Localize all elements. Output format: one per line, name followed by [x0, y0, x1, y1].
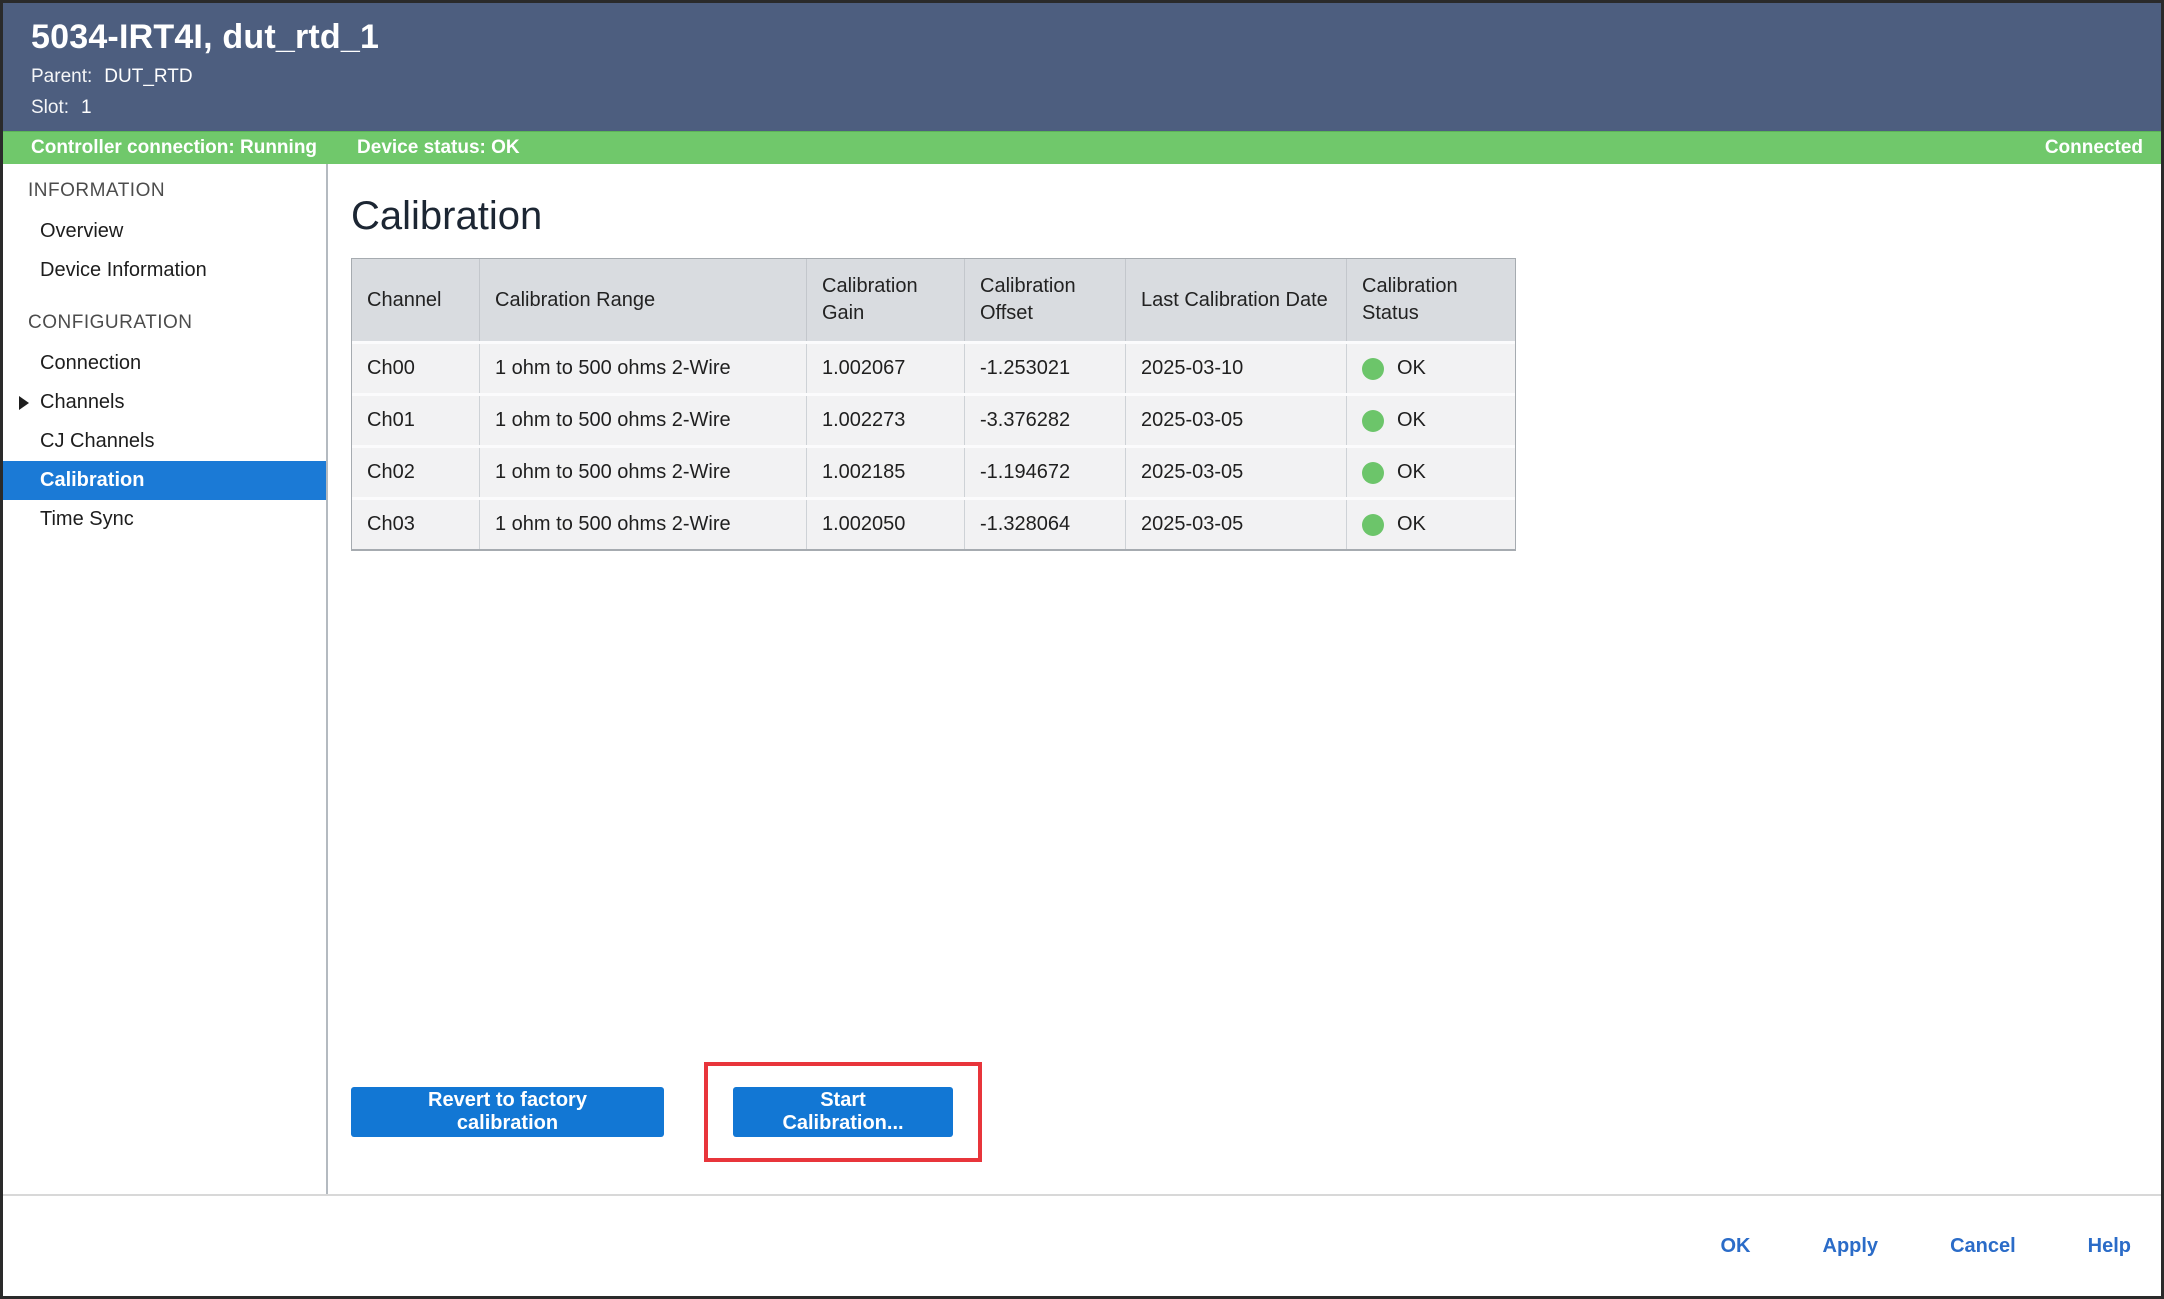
sidebar-section-information: INFORMATION: [3, 176, 326, 206]
table-row-ch00[interactable]: Ch00 1 ohm to 500 ohms 2-Wire 1.002067 -…: [352, 341, 1515, 393]
cell-range: 1 ohm to 500 ohms 2-Wire: [480, 448, 807, 497]
cell-gain: 1.002050: [807, 500, 965, 549]
dialog-footer: OK Apply Cancel Help: [3, 1194, 2161, 1296]
cell-date: 2025-03-10: [1126, 344, 1347, 393]
status-ok-dot-icon: [1362, 514, 1384, 536]
calibration-table: Channel Calibration Range Calibration Ga…: [351, 258, 1516, 551]
expand-arrow-icon[interactable]: [19, 396, 29, 410]
apply-button[interactable]: Apply: [1823, 1235, 1879, 1258]
slot-label: Slot:: [31, 95, 69, 121]
cell-offset: -1.194672: [965, 448, 1126, 497]
cell-status: OK: [1347, 500, 1515, 549]
device-title: 5034-IRT4I, dut_rtd_1: [31, 15, 2131, 59]
start-calibration-button[interactable]: Start Calibration...: [733, 1087, 953, 1137]
cancel-button[interactable]: Cancel: [1950, 1235, 2016, 1258]
revert-to-factory-calibration-button[interactable]: Revert to factory calibration: [351, 1087, 664, 1137]
cell-offset: -3.376282: [965, 396, 1126, 445]
controller-connection-status: Controller connection: Running: [31, 137, 317, 159]
col-header-last-calibration-date: Last Calibration Date: [1126, 259, 1347, 341]
main-panel: Calibration Channel Calibration Range Ca…: [328, 164, 2161, 1194]
col-header-calibration-status: Calibration Status: [1347, 259, 1515, 341]
red-highlight-annotation: Start Calibration...: [704, 1062, 982, 1162]
sidebar-item-overview[interactable]: Overview: [3, 212, 326, 251]
table-row-ch02[interactable]: Ch02 1 ohm to 500 ohms 2-Wire 1.002185 -…: [352, 445, 1515, 497]
table-row-ch01[interactable]: Ch01 1 ohm to 500 ohms 2-Wire 1.002273 -…: [352, 393, 1515, 445]
col-header-calibration-gain: Calibration Gain: [807, 259, 965, 341]
cell-channel: Ch01: [352, 396, 480, 445]
table-header-row: Channel Calibration Range Calibration Ga…: [352, 259, 1515, 341]
cell-channel: Ch03: [352, 500, 480, 549]
sidebar-item-device-information[interactable]: Device Information: [3, 251, 326, 290]
sidebar-item-calibration[interactable]: Calibration: [3, 461, 326, 500]
parent-line: Parent: DUT_RTD: [31, 64, 2131, 90]
status-text: OK: [1397, 407, 1426, 434]
cell-channel: Ch00: [352, 344, 480, 393]
col-header-calibration-offset: Calibration Offset: [965, 259, 1126, 341]
connection-state-badge: Connected: [2045, 137, 2143, 159]
status-bar: Controller connection: Running Device st…: [3, 131, 2161, 164]
cell-channel: Ch02: [352, 448, 480, 497]
parent-value: DUT_RTD: [104, 64, 192, 90]
status-ok-dot-icon: [1362, 358, 1384, 380]
action-buttons-row: Revert to factory calibration Start Cali…: [351, 1062, 982, 1162]
slot-line: Slot: 1: [31, 95, 2131, 121]
ok-button[interactable]: OK: [1721, 1235, 1751, 1258]
sidebar-item-channels[interactable]: Channels: [3, 383, 326, 422]
cell-range: 1 ohm to 500 ohms 2-Wire: [480, 500, 807, 549]
device-status: Device status: OK: [357, 137, 520, 159]
cell-gain: 1.002067: [807, 344, 965, 393]
help-button[interactable]: Help: [2088, 1235, 2131, 1258]
status-ok-dot-icon: [1362, 462, 1384, 484]
device-config-window: 5034-IRT4I, dut_rtd_1 Parent: DUT_RTD Sl…: [0, 0, 2164, 1299]
status-ok-dot-icon: [1362, 410, 1384, 432]
cell-offset: -1.328064: [965, 500, 1126, 549]
cell-gain: 1.002185: [807, 448, 965, 497]
sidebar-section-configuration: CONFIGURATION: [3, 308, 326, 338]
cell-range: 1 ohm to 500 ohms 2-Wire: [480, 344, 807, 393]
cell-date: 2025-03-05: [1126, 500, 1347, 549]
slot-value: 1: [81, 95, 92, 121]
page-title: Calibration: [351, 192, 2161, 240]
sidebar-item-cj-channels[interactable]: CJ Channels: [3, 422, 326, 461]
status-text: OK: [1397, 355, 1426, 382]
sidebar-item-channels-label: Channels: [40, 391, 125, 413]
cell-status: OK: [1347, 396, 1515, 445]
content-area: INFORMATION Overview Device Information …: [3, 164, 2161, 1194]
status-text: OK: [1397, 459, 1426, 486]
sidebar-item-connection[interactable]: Connection: [3, 344, 326, 383]
titlebar: 5034-IRT4I, dut_rtd_1 Parent: DUT_RTD Sl…: [3, 3, 2161, 131]
cell-offset: -1.253021: [965, 344, 1126, 393]
cell-status: OK: [1347, 448, 1515, 497]
col-header-channel: Channel: [352, 259, 480, 341]
sidebar-nav: INFORMATION Overview Device Information …: [3, 164, 328, 1194]
cell-date: 2025-03-05: [1126, 396, 1347, 445]
table-row-ch03[interactable]: Ch03 1 ohm to 500 ohms 2-Wire 1.002050 -…: [352, 497, 1515, 549]
cell-range: 1 ohm to 500 ohms 2-Wire: [480, 396, 807, 445]
cell-date: 2025-03-05: [1126, 448, 1347, 497]
col-header-calibration-range: Calibration Range: [480, 259, 807, 341]
cell-status: OK: [1347, 344, 1515, 393]
cell-gain: 1.002273: [807, 396, 965, 445]
status-text: OK: [1397, 511, 1426, 538]
parent-label: Parent:: [31, 64, 92, 90]
sidebar-item-time-sync[interactable]: Time Sync: [3, 500, 326, 539]
